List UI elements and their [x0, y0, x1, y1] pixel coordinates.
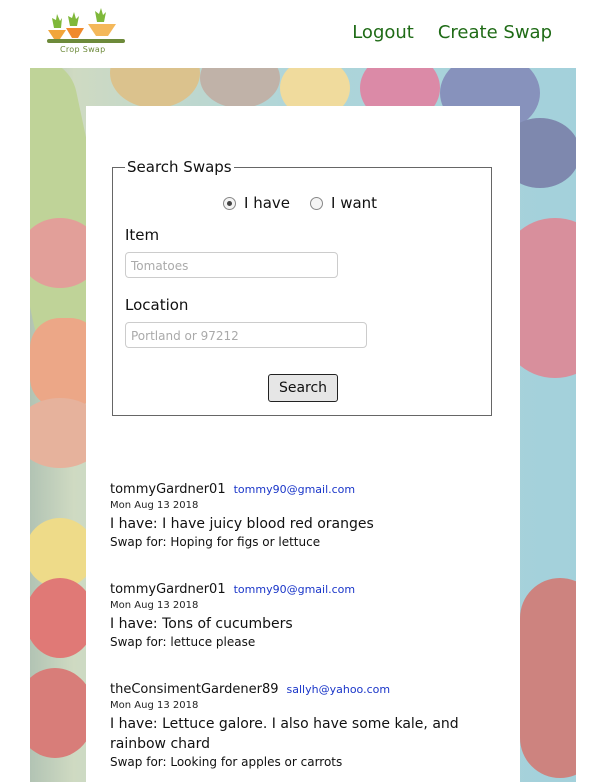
- i-have-radio[interactable]: [223, 196, 236, 210]
- swap-listing: tommyGardner01 tommy90@gmail.com Mon Aug…: [110, 482, 510, 549]
- listing-email-link[interactable]: tommy90@gmail.com: [234, 583, 356, 596]
- header: Crop Swap Logout Create Swap: [0, 0, 608, 68]
- listing-want: Swap for: Looking for apples or carrots: [110, 755, 343, 769]
- listing-have: I have: Tons of cucumbers: [110, 616, 293, 632]
- listing-email-link[interactable]: tommy90@gmail.com: [234, 483, 356, 496]
- listing-date: Mon Aug 13 2018: [110, 700, 199, 711]
- search-swaps-legend: Search Swaps: [127, 158, 232, 176]
- listing-username: theConsimentGardener89: [110, 682, 279, 697]
- content-panel: Search Swaps I have I want Item Tomatoes…: [86, 106, 520, 782]
- listing-have: I have: I have juicy blood red oranges: [110, 516, 374, 532]
- search-button[interactable]: Search: [268, 374, 338, 402]
- location-input[interactable]: Portland or 97212: [125, 322, 367, 348]
- listing-want: Swap for: Hoping for figs or lettuce: [110, 535, 321, 549]
- listing-user-row: tommyGardner01 tommy90@gmail.com: [110, 482, 510, 497]
- search-swaps-form: Search Swaps I have I want Item Tomatoes…: [112, 158, 492, 416]
- i-have-label[interactable]: I have: [244, 194, 290, 212]
- listing-username: tommyGardner01: [110, 482, 226, 497]
- listing-username: tommyGardner01: [110, 582, 226, 597]
- item-input[interactable]: Tomatoes: [125, 252, 338, 278]
- listing-date: Mon Aug 13 2018: [110, 500, 199, 511]
- listing-want: Swap for: lettuce please: [110, 635, 256, 649]
- logo-text: Crop Swap: [60, 45, 106, 54]
- listing-date: Mon Aug 13 2018: [110, 600, 199, 611]
- logout-link[interactable]: Logout: [352, 22, 414, 43]
- swap-listing: theConsimentGardener89 sallyh@yahoo.com …: [110, 682, 510, 769]
- create-swap-link[interactable]: Create Swap: [438, 22, 552, 43]
- crop-swap-logo[interactable]: Crop Swap: [44, 6, 128, 58]
- have-want-radio-group: I have I want: [223, 194, 397, 212]
- item-label: Item: [125, 226, 160, 244]
- location-label: Location: [125, 296, 189, 314]
- i-want-radio[interactable]: [310, 196, 323, 210]
- listing-user-row: tommyGardner01 tommy90@gmail.com: [110, 582, 510, 597]
- top-nav: Logout Create Swap: [352, 22, 552, 43]
- swap-listing: tommyGardner01 tommy90@gmail.com Mon Aug…: [110, 582, 510, 649]
- i-want-label[interactable]: I want: [331, 194, 377, 212]
- listing-user-row: theConsimentGardener89 sallyh@yahoo.com: [110, 682, 510, 697]
- listing-have: I have: Lettuce galore. I also have some…: [110, 716, 459, 752]
- listing-email-link[interactable]: sallyh@yahoo.com: [287, 683, 391, 696]
